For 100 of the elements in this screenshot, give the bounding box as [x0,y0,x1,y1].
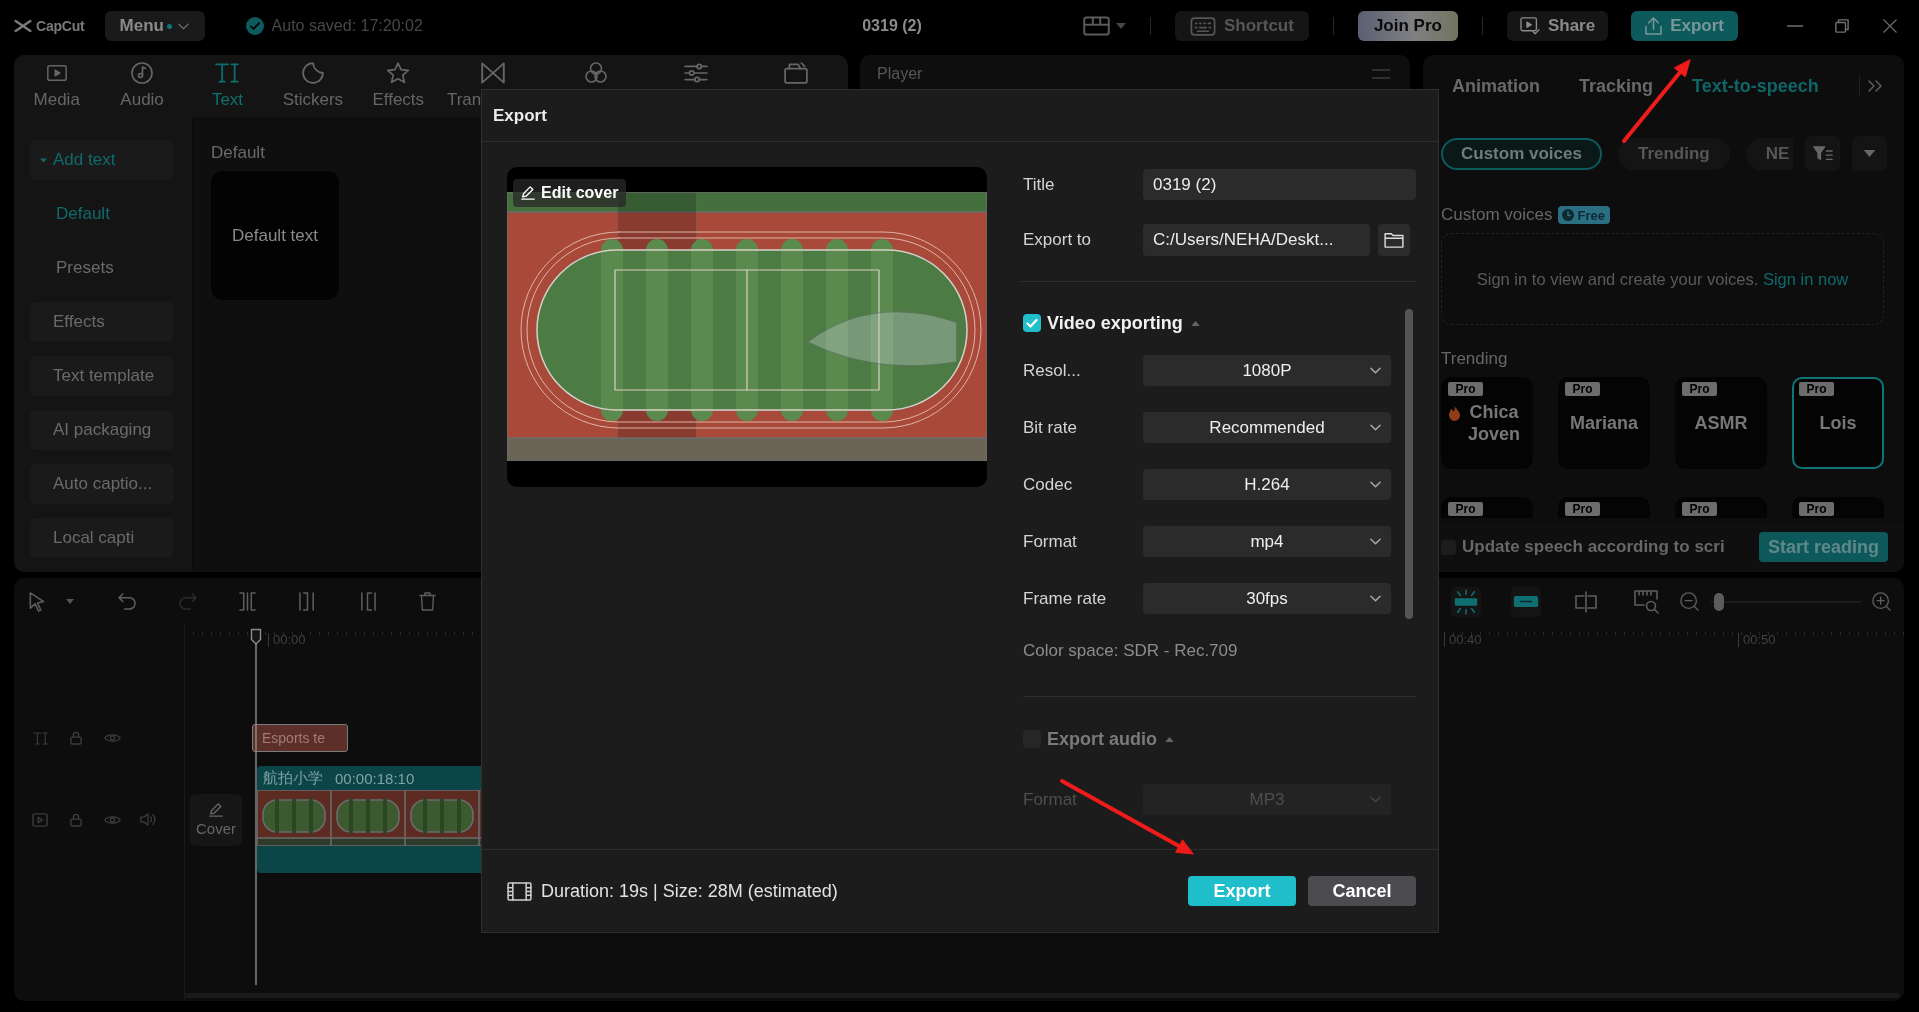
color-space-note: Color space: SDR - Rec.709 [1023,640,1239,662]
sidebar-item[interactable]: AI packaging [30,410,174,450]
restore-icon[interactable] [1835,19,1849,33]
bracket-right-icon[interactable] [358,592,376,611]
voice-card[interactable]: Pro [1441,497,1533,518]
text-icon [215,62,240,84]
toggle-button[interactable] [1451,586,1481,617]
inspector-tab[interactable]: Animation [1452,75,1540,97]
sidebar-item[interactable]: Add text [30,140,174,180]
vertical-scrollbar[interactable] [1405,309,1413,619]
sidebar-item[interactable]: Default [30,194,174,234]
layout-icon[interactable] [1083,16,1110,36]
horizontal-scrollbar[interactable] [185,993,1900,998]
caret-icon[interactable] [66,599,74,604]
inspector-tab[interactable]: Text-to-speech [1692,75,1819,97]
caret-icon[interactable] [1165,736,1174,742]
media-tab[interactable]: Media [14,55,100,117]
bar-rays-icon [1453,588,1479,615]
sidebar-item[interactable]: Local capti [30,518,174,558]
sidebar-item[interactable]: Text template [30,356,174,396]
slider-thumb[interactable] [1713,592,1724,611]
menu-button[interactable]: Menu [104,11,205,41]
browse-button[interactable] [1378,224,1410,256]
path-field[interactable]: C:/Users/NEHA/Deskt... [1143,224,1370,256]
cursor-icon[interactable] [29,591,45,612]
folder-icon [1384,232,1404,248]
start-reading-button[interactable]: Start reading [1758,532,1888,562]
bracket-left-icon[interactable] [298,592,316,611]
filter-chip[interactable]: Trending [1617,137,1730,170]
box-icon[interactable] [783,62,808,84]
toggle-button[interactable] [1511,586,1541,617]
circles-icon[interactable] [583,62,608,84]
eye-icon[interactable] [103,813,121,826]
voice-card[interactable]: Pro ASMR [1675,377,1767,469]
section-heading: Default [211,142,266,164]
sign-in-link[interactable]: Sign in now [1762,269,1849,288]
media-tab[interactable]: Audio [99,55,185,117]
caret-icon[interactable] [1190,320,1200,326]
join-pro-button[interactable]: Join Pro [1357,11,1458,41]
chevron-down-icon [177,22,189,30]
shortcut-button[interactable]: Shortcut [1175,11,1309,41]
filter-button[interactable] [1805,136,1840,171]
eye-icon[interactable] [103,732,121,744]
text-clip[interactable]: Esports te [252,724,348,752]
dropdown[interactable]: 1080P [1143,355,1391,386]
field-label: Title [1023,174,1056,195]
zoom-out-icon[interactable] [1680,592,1699,611]
clock-icon [1562,209,1575,221]
pro-badge: Pro [1799,502,1834,516]
filter-chip[interactable]: Custom voices [1441,137,1602,170]
playhead[interactable] [250,628,262,985]
voice-card[interactable]: Pro [1558,497,1650,518]
filter-chip[interactable]: NE [1745,137,1793,170]
undo-icon[interactable] [117,593,137,610]
share-icon [1519,17,1540,35]
text-preset-card[interactable]: Default text [211,171,339,300]
voice-card[interactable]: Pro [1675,497,1767,518]
dropdown[interactable]: 30fps [1143,583,1391,614]
zoom-in-icon[interactable] [1872,592,1891,611]
voice-card[interactable]: Pro Chica Joven [1441,377,1533,469]
split-frame-icon[interactable] [1574,590,1598,613]
cancel-button[interactable]: Cancel [1308,876,1416,906]
export-confirm-button[interactable]: Export [1188,876,1296,906]
sidebar-item[interactable]: Auto captio... [30,464,174,504]
lock-icon[interactable] [70,731,82,745]
sidebar-item[interactable]: Presets [30,248,174,288]
sticker-icon [300,62,325,84]
dropdown[interactable]: mp4 [1143,526,1391,557]
video-icon[interactable] [32,812,48,827]
voice-card[interactable]: Pro [1792,497,1884,518]
voice-card[interactable]: Pro Mariana [1558,377,1650,469]
sidebar-item[interactable]: Effects [30,302,174,342]
close-icon[interactable] [1883,19,1897,33]
cover-button[interactable]: Cover [190,793,242,846]
share-button[interactable]: Share [1506,11,1609,41]
brackets-icon[interactable] [238,592,256,611]
text-icon[interactable] [32,731,48,745]
inspector-tab[interactable]: Tracking [1579,75,1654,97]
dropdown[interactable]: Recommended [1143,412,1391,443]
play-icon [44,62,69,84]
panel-title: Player [877,65,923,83]
ruler-magnifier-icon[interactable] [1633,589,1659,614]
field-label: Bit rate [1023,417,1078,438]
speaker-icon[interactable] [140,813,156,826]
voice-card[interactable]: Pro Lois [1792,377,1884,469]
caret-icon[interactable] [1116,23,1126,29]
checkbox[interactable] [1023,314,1041,332]
trash-icon[interactable] [418,592,436,611]
lock-icon[interactable] [70,812,82,827]
film-icon [507,881,532,901]
export-button[interactable]: Export [1631,11,1738,41]
media-tab[interactable]: Text [184,55,271,117]
dropdown-button[interactable] [1852,136,1887,171]
edit-cover-button[interactable]: Edit cover [513,179,627,207]
double-chevron-icon[interactable] [1868,80,1882,92]
text-field[interactable]: 0319 (2) [1143,169,1416,200]
media-tab[interactable]: Effects [355,55,441,117]
dropdown[interactable]: H.264 [1143,469,1391,500]
sliders-icon[interactable] [683,62,708,84]
media-tab[interactable]: Stickers [270,55,356,117]
